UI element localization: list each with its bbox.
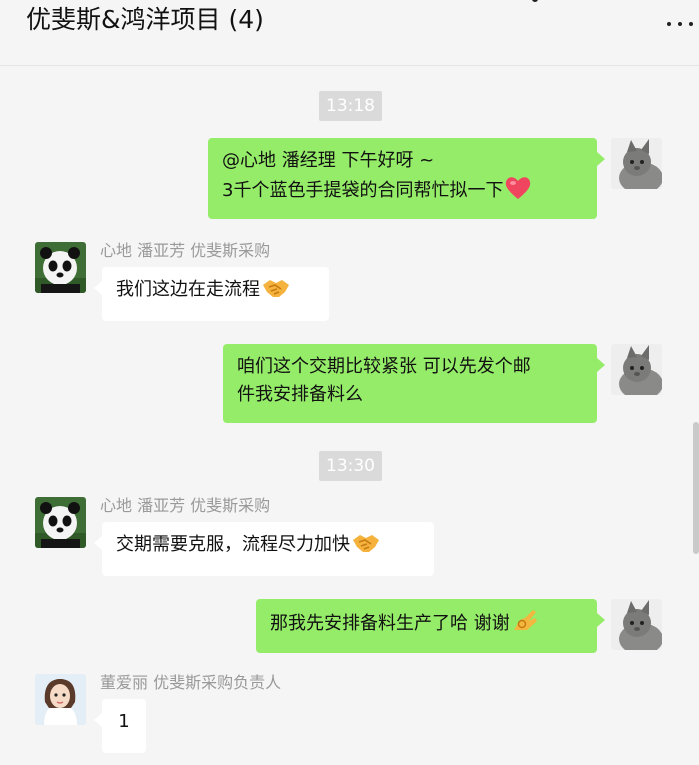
sender-name: 心地 潘亚芳 优斐斯采购 <box>100 241 271 260</box>
window-control-dot <box>532 0 538 2</box>
handshake-emoji <box>261 276 291 309</box>
sender-name: 心地 潘亚芳 优斐斯采购 <box>100 496 271 515</box>
more-options-button[interactable] <box>667 18 693 30</box>
panda-avatar[interactable] <box>35 242 86 293</box>
timestamp: 13:18 <box>319 91 382 121</box>
outgoing-message[interactable]: 咱们这个交期比较紧张 可以先发个邮 件我安排备料么 <box>223 344 605 423</box>
dot <box>667 22 671 26</box>
outgoing-message[interactable]: @心地 潘经理 下午好呀 ~ 3千个蓝色手提袋的合同帮忙拟一下 <box>208 138 605 219</box>
sender-name: 董爱丽 优斐斯采购负责人 <box>100 673 282 692</box>
incoming-message[interactable]: 1 <box>94 699 146 753</box>
chat-title: 优斐斯&鸿洋项目 (4) <box>26 5 264 34</box>
panda-avatar[interactable] <box>35 497 86 548</box>
scrollbar[interactable] <box>693 422 699 554</box>
outgoing-message[interactable]: 那我先安排备料生产了哈 谢谢 <box>256 599 605 653</box>
timestamp: 13:30 <box>319 451 382 481</box>
message-line: 件我安排备料么 <box>237 384 363 405</box>
message-line: 我们这边在走流程 <box>116 276 315 309</box>
message-line: 咱们这个交期比较紧张 可以先发个邮 <box>237 356 531 377</box>
incoming-message[interactable]: 交期需要克服，流程尽力加快 <box>94 522 434 576</box>
incoming-message[interactable]: 我们这边在走流程 <box>94 267 329 321</box>
dot <box>689 22 693 26</box>
cat-avatar[interactable] <box>611 344 662 395</box>
message-line: 1 <box>118 711 130 732</box>
heart-emoji <box>504 175 532 210</box>
cat-avatar[interactable] <box>611 138 662 189</box>
chat-header: 优斐斯&鸿洋项目 (4) <box>0 0 699 66</box>
ok-hand-emoji <box>511 608 539 643</box>
message-line: @心地 潘经理 下午好呀 ~ <box>222 150 435 171</box>
cat-avatar[interactable] <box>611 599 662 650</box>
handshake-emoji <box>351 531 381 564</box>
dot <box>678 22 682 26</box>
message-line: 3千个蓝色手提袋的合同帮忙拟一下 <box>222 175 583 210</box>
message-line: 那我先安排备料生产了哈 谢谢 <box>270 608 583 643</box>
woman-avatar[interactable] <box>35 674 86 725</box>
message-line: 交期需要克服，流程尽力加快 <box>116 531 420 564</box>
